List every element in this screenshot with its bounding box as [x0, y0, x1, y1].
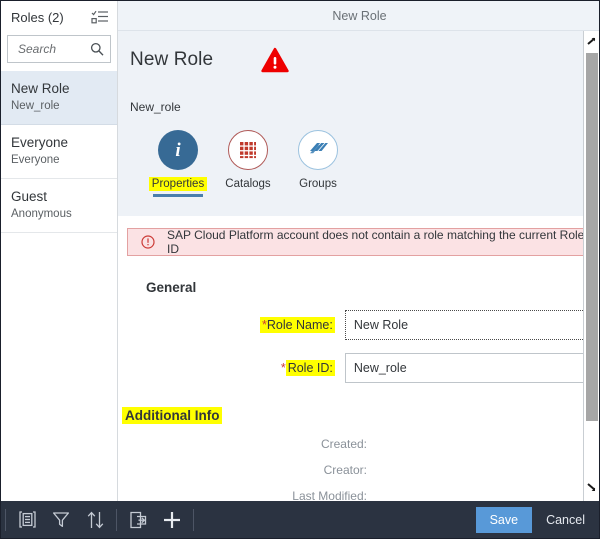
error-message-text: SAP Cloud Platform account does not cont…: [167, 228, 586, 256]
error-circle-icon: [141, 235, 155, 249]
toolbar-divider: [116, 509, 117, 531]
scrollbar-thumb[interactable]: [586, 53, 598, 421]
list-item[interactable]: New Role New_role: [1, 71, 117, 125]
roles-list-header: Roles (2): [1, 1, 117, 33]
sort-button[interactable]: [78, 506, 112, 534]
warning-triangle-icon: [261, 47, 289, 73]
layers-icon-svg: [307, 140, 329, 160]
role-editor-window: Roles (2) New Role New_role: [0, 0, 600, 539]
search-input[interactable]: [16, 41, 90, 57]
role-item-name: Everyone: [11, 134, 107, 151]
roles-list: New Role New_role Everyone Everyone Gues…: [1, 71, 117, 233]
object-title: New Role: [130, 49, 213, 71]
search-icon[interactable]: [90, 42, 104, 56]
checklist-icon-svg: [91, 9, 109, 25]
role-item-name: Guest: [11, 188, 107, 205]
role-id-label: *Role ID:: [127, 361, 345, 375]
created-row: Created:: [118, 437, 600, 451]
role-item-id: Anonymous: [11, 207, 107, 221]
group-list-icon: [18, 511, 37, 528]
scroll-down-arrow-icon[interactable]: [584, 479, 599, 495]
role-name-input[interactable]: [345, 310, 600, 340]
role-item-id: New_role: [11, 99, 107, 113]
role-id-label-text: Role ID:: [286, 360, 335, 376]
search-field[interactable]: [7, 35, 111, 63]
info-icon: i: [158, 130, 198, 170]
export-icon: [129, 511, 148, 529]
created-label: Created:: [127, 437, 377, 451]
creator-row: Creator:: [118, 463, 600, 477]
tab-properties-label: Properties: [149, 177, 207, 191]
role-name-row: *Role Name:: [118, 310, 600, 340]
creator-label: Creator:: [127, 463, 377, 477]
plus-icon: [162, 510, 182, 530]
role-name-label-text: Role Name:: [267, 318, 333, 332]
detail-header: New Role: [118, 1, 600, 31]
role-name-label: *Role Name:: [127, 318, 345, 332]
list-item[interactable]: Guest Anonymous: [1, 179, 117, 233]
scroll-up-arrow-icon[interactable]: [584, 33, 599, 49]
filter-funnel-icon: [52, 511, 70, 528]
layers-icon: [298, 130, 338, 170]
tab-properties[interactable]: i Properties: [143, 130, 213, 191]
tab-active-indicator: [153, 194, 203, 197]
export-button[interactable]: [121, 506, 155, 534]
save-button[interactable]: Save: [476, 507, 533, 533]
page-title: New Role: [332, 9, 386, 23]
icon-tab-bar: i Properties: [130, 130, 600, 191]
error-message-strip: SAP Cloud Platform account does not cont…: [127, 228, 587, 256]
bottom-toolbar: Save Cancel: [1, 501, 599, 538]
roles-list-title: Roles (2): [11, 10, 64, 25]
role-id-input[interactable]: [345, 353, 600, 383]
filter-button[interactable]: [44, 506, 78, 534]
tab-groups-label: Groups: [299, 177, 337, 191]
checklist-icon[interactable]: [91, 9, 109, 25]
toolbar-divider: [5, 509, 6, 531]
additional-info-section: Additional Info Created: Creator: Last M…: [118, 383, 600, 503]
tab-groups[interactable]: Groups: [283, 130, 353, 191]
add-button[interactable]: [155, 506, 189, 534]
general-section: General *Role Name: *Role ID:: [118, 256, 600, 383]
arrow-down-icon: [587, 483, 596, 492]
role-detail-panel: New Role New Role New_role i Properties: [118, 1, 600, 501]
role-item-name: New Role: [11, 80, 107, 97]
tab-catalogs-label: Catalogs: [225, 177, 270, 191]
additional-info-title: Additional Info: [122, 407, 222, 424]
sort-arrows-icon: [86, 511, 105, 529]
role-item-id: Everyone: [11, 153, 107, 167]
info-glyph: i: [175, 141, 180, 160]
tab-catalogs[interactable]: Catalogs: [213, 130, 283, 191]
grid-icon-svg: [238, 140, 258, 160]
arrow-up-icon: [587, 37, 596, 46]
object-title-row: New Role: [130, 47, 600, 73]
roles-list-panel: Roles (2) New Role New_role: [1, 1, 118, 501]
group-button[interactable]: [10, 506, 44, 534]
cancel-button[interactable]: Cancel: [532, 507, 597, 533]
general-section-title: General: [146, 280, 196, 295]
object-header: New Role New_role i Properties: [118, 31, 600, 216]
list-item[interactable]: Everyone Everyone: [1, 125, 117, 179]
required-star: *: [281, 361, 286, 375]
object-subtitle: New_role: [130, 100, 600, 114]
vertical-scrollbar[interactable]: [583, 31, 599, 501]
role-id-row: *Role ID:: [118, 353, 600, 383]
grid-icon: [228, 130, 268, 170]
properties-form-area: SAP Cloud Platform account does not cont…: [118, 228, 600, 513]
toolbar-divider: [193, 509, 194, 531]
